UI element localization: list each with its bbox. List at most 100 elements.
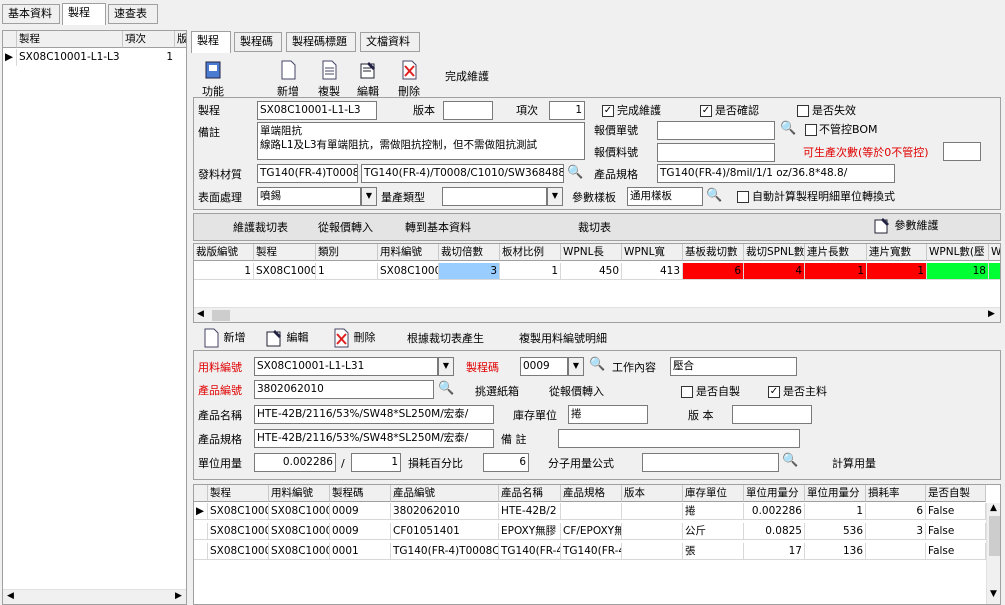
- col-header-process[interactable]: 製程: [17, 31, 123, 48]
- loss-field[interactable]: 6: [483, 453, 529, 472]
- no-bom-checkbox[interactable]: [805, 124, 817, 136]
- prod-no-field[interactable]: 3802062010: [254, 380, 434, 399]
- col-header-ratio[interactable]: 板材比例: [500, 244, 561, 261]
- cell-type[interactable]: 1: [316, 263, 378, 280]
- mid-edit-button[interactable]: 編輯: [265, 328, 320, 348]
- cell-b-prodname[interactable]: HTE-42B/2: [499, 503, 561, 520]
- cell-wpnl-wid[interactable]: 413: [622, 263, 683, 280]
- cell-b-code[interactable]: 0001: [330, 543, 391, 560]
- formula-search-icon[interactable]: 🔍: [782, 453, 798, 469]
- tab-basic-data[interactable]: 基本資料: [2, 4, 60, 24]
- col-header-b-ver[interactable]: 版本: [622, 485, 683, 502]
- cut-grid-hscrollbar[interactable]: ◀ ▶: [194, 307, 1000, 322]
- cell-b-proc[interactable]: SX08C1000: [208, 523, 269, 540]
- qty-type-select[interactable]: [442, 187, 547, 206]
- cell-b-ver[interactable]: [622, 523, 683, 540]
- quote-item-field[interactable]: [657, 143, 775, 162]
- cell-ratio[interactable]: 1: [500, 263, 561, 280]
- left-grid-hscrollbar[interactable]: ◀ ▶: [3, 589, 186, 604]
- cell-b-prodno[interactable]: CF01051401: [391, 523, 499, 540]
- to-basic-button[interactable]: 轉到基本資料: [405, 221, 471, 235]
- col-header-conn-len[interactable]: 連片長數: [805, 244, 867, 261]
- cell-b-usage1[interactable]: 0.002286: [744, 503, 805, 520]
- col-header-b-usage1[interactable]: 單位用量分: [744, 485, 805, 502]
- prod-spec-field[interactable]: HTE-42B/2116/53%/SW48*SL250M/宏泰/: [254, 429, 494, 448]
- col-header-b-spec[interactable]: 產品規格: [561, 485, 622, 502]
- note-field[interactable]: [558, 429, 800, 448]
- stock-unit-field[interactable]: 捲: [568, 405, 648, 424]
- cell-b-prodno[interactable]: TG140(FR-4)T0008C1: [391, 543, 499, 560]
- cell-b-unit[interactable]: 張: [683, 543, 744, 560]
- add-button[interactable]: 新增: [272, 60, 304, 99]
- surface-select[interactable]: 噴錫: [257, 187, 361, 206]
- cell-b-unit[interactable]: 捲: [683, 503, 744, 520]
- unit-usage-field[interactable]: 0.002286: [254, 453, 336, 472]
- subtab-process[interactable]: 製程: [191, 31, 231, 53]
- cell-b-selfmade[interactable]: False: [926, 503, 986, 520]
- cell-b-unit[interactable]: 公斤: [683, 523, 744, 540]
- col-header-mult[interactable]: 裁切倍數: [439, 244, 500, 261]
- material-desc-field[interactable]: TG140(FR-4)/T0008/C1010/SW368488/: [361, 164, 564, 183]
- col-header-spnl[interactable]: 裁切SPNL數: [744, 244, 805, 261]
- divisor-field[interactable]: 1: [351, 453, 401, 472]
- remark-field[interactable]: 單端阻抗 線路L1及L3有單端阻抗，需做阻抗控制，但不需做阻抗測試: [257, 122, 585, 160]
- prod-name-field[interactable]: HTE-42B/2116/53%/SW48*SL250M/宏泰/: [254, 405, 494, 424]
- spec-field[interactable]: TG140(FR-4)/8mil/1/1 oz/36.8*48.8/: [657, 164, 895, 183]
- table-row[interactable]: SX08C1000 SX08C1000 0001 TG140(FR-4)T0008C1…: [194, 543, 986, 560]
- cell-b-prodname[interactable]: TG140(FR-4: [499, 543, 561, 560]
- cell-seq[interactable]: 1: [123, 49, 175, 66]
- cell-proc[interactable]: SX08C1000: [254, 263, 316, 280]
- copy-mat-detail-button[interactable]: 複製用料編號明細: [519, 332, 607, 346]
- done-maint-checkbox[interactable]: ✓: [602, 105, 614, 117]
- function-button[interactable]: 功能: [198, 60, 228, 99]
- main-mat-checkbox[interactable]: ✓: [768, 386, 780, 398]
- col-header-conn-wid[interactable]: 連片寬數: [867, 244, 927, 261]
- invalid-checkbox[interactable]: [797, 105, 809, 117]
- ver-field[interactable]: [732, 405, 812, 424]
- material-search-icon[interactable]: 🔍: [567, 165, 583, 181]
- col-header-version[interactable]: 版: [175, 31, 186, 48]
- col-header-b-prodname[interactable]: 產品名稱: [499, 485, 561, 502]
- cell-b-code[interactable]: 0009: [330, 523, 391, 540]
- delete-button[interactable]: 刪除: [393, 60, 425, 99]
- col-header-proc[interactable]: 製程: [254, 244, 316, 261]
- col-header-cut-id[interactable]: 裁版編號: [194, 244, 254, 261]
- proc-code-chevron-down-icon[interactable]: ▼: [568, 357, 584, 376]
- detail-grid-scroll-thumb[interactable]: [989, 516, 1000, 556]
- table-row[interactable]: 1 SX08C1000 1 SX08C1000 3 1 450 413 6 4 …: [194, 263, 1000, 280]
- table-row[interactable]: SX08C1000 SX08C1000 0009 CF01051401 EPOXY無膠 C…: [194, 523, 986, 540]
- cell-b-usage1[interactable]: 0.0825: [744, 523, 805, 540]
- cell-wpnl-count[interactable]: 18: [927, 263, 989, 280]
- cell-b-mat[interactable]: SX08C1000: [269, 503, 330, 520]
- mid-add-button[interactable]: 新增: [202, 328, 252, 348]
- quote-no-field[interactable]: [657, 121, 775, 140]
- mat-no-select[interactable]: SX08C10001-L1-L31: [254, 357, 438, 376]
- tab-process[interactable]: 製程: [62, 3, 106, 25]
- detail-grid-vscrollbar[interactable]: ▲ ▼: [986, 503, 1000, 604]
- done-maintenance-button[interactable]: 完成維護: [445, 70, 489, 84]
- auto-calc-checkbox[interactable]: [737, 191, 749, 203]
- cell-b-loss[interactable]: 6: [866, 503, 926, 520]
- proc-code-search-icon[interactable]: 🔍: [589, 357, 605, 373]
- param-search-icon[interactable]: 🔍: [706, 188, 722, 204]
- calc-usage-button[interactable]: 計算用量: [832, 457, 876, 471]
- param-maint-button[interactable]: 參數維護: [873, 217, 948, 235]
- mid-delete-button[interactable]: 刪除: [332, 328, 387, 348]
- cell-b-proc[interactable]: SX08C1000: [208, 543, 269, 560]
- version-field[interactable]: [443, 101, 493, 120]
- cell-b-usage2[interactable]: 136: [805, 543, 866, 560]
- col-header-b-selfmade[interactable]: 是否自製: [926, 485, 986, 502]
- pick-box-button[interactable]: 挑選紙箱: [475, 385, 519, 399]
- col-header-b-proc[interactable]: 製程: [208, 485, 269, 502]
- subtab-document[interactable]: 文檔資料: [360, 32, 420, 52]
- subtab-process-code[interactable]: 製程碼: [234, 32, 282, 52]
- cell-spnl[interactable]: 4: [744, 263, 805, 280]
- col-header-b-usage2[interactable]: 單位用量分: [805, 485, 866, 502]
- surface-chevron-down-icon[interactable]: ▼: [361, 187, 377, 206]
- cell-b-code[interactable]: 0009: [330, 503, 391, 520]
- col-header-wpnl-len[interactable]: WPNL長: [561, 244, 622, 261]
- cell-b-proc[interactable]: SX08C1000: [208, 503, 269, 520]
- process-field[interactable]: SX08C10001-L1-L3: [257, 101, 377, 120]
- cell-b-spec[interactable]: TG140(FR-4: [561, 543, 622, 560]
- cell-wpnl-len[interactable]: 450: [561, 263, 622, 280]
